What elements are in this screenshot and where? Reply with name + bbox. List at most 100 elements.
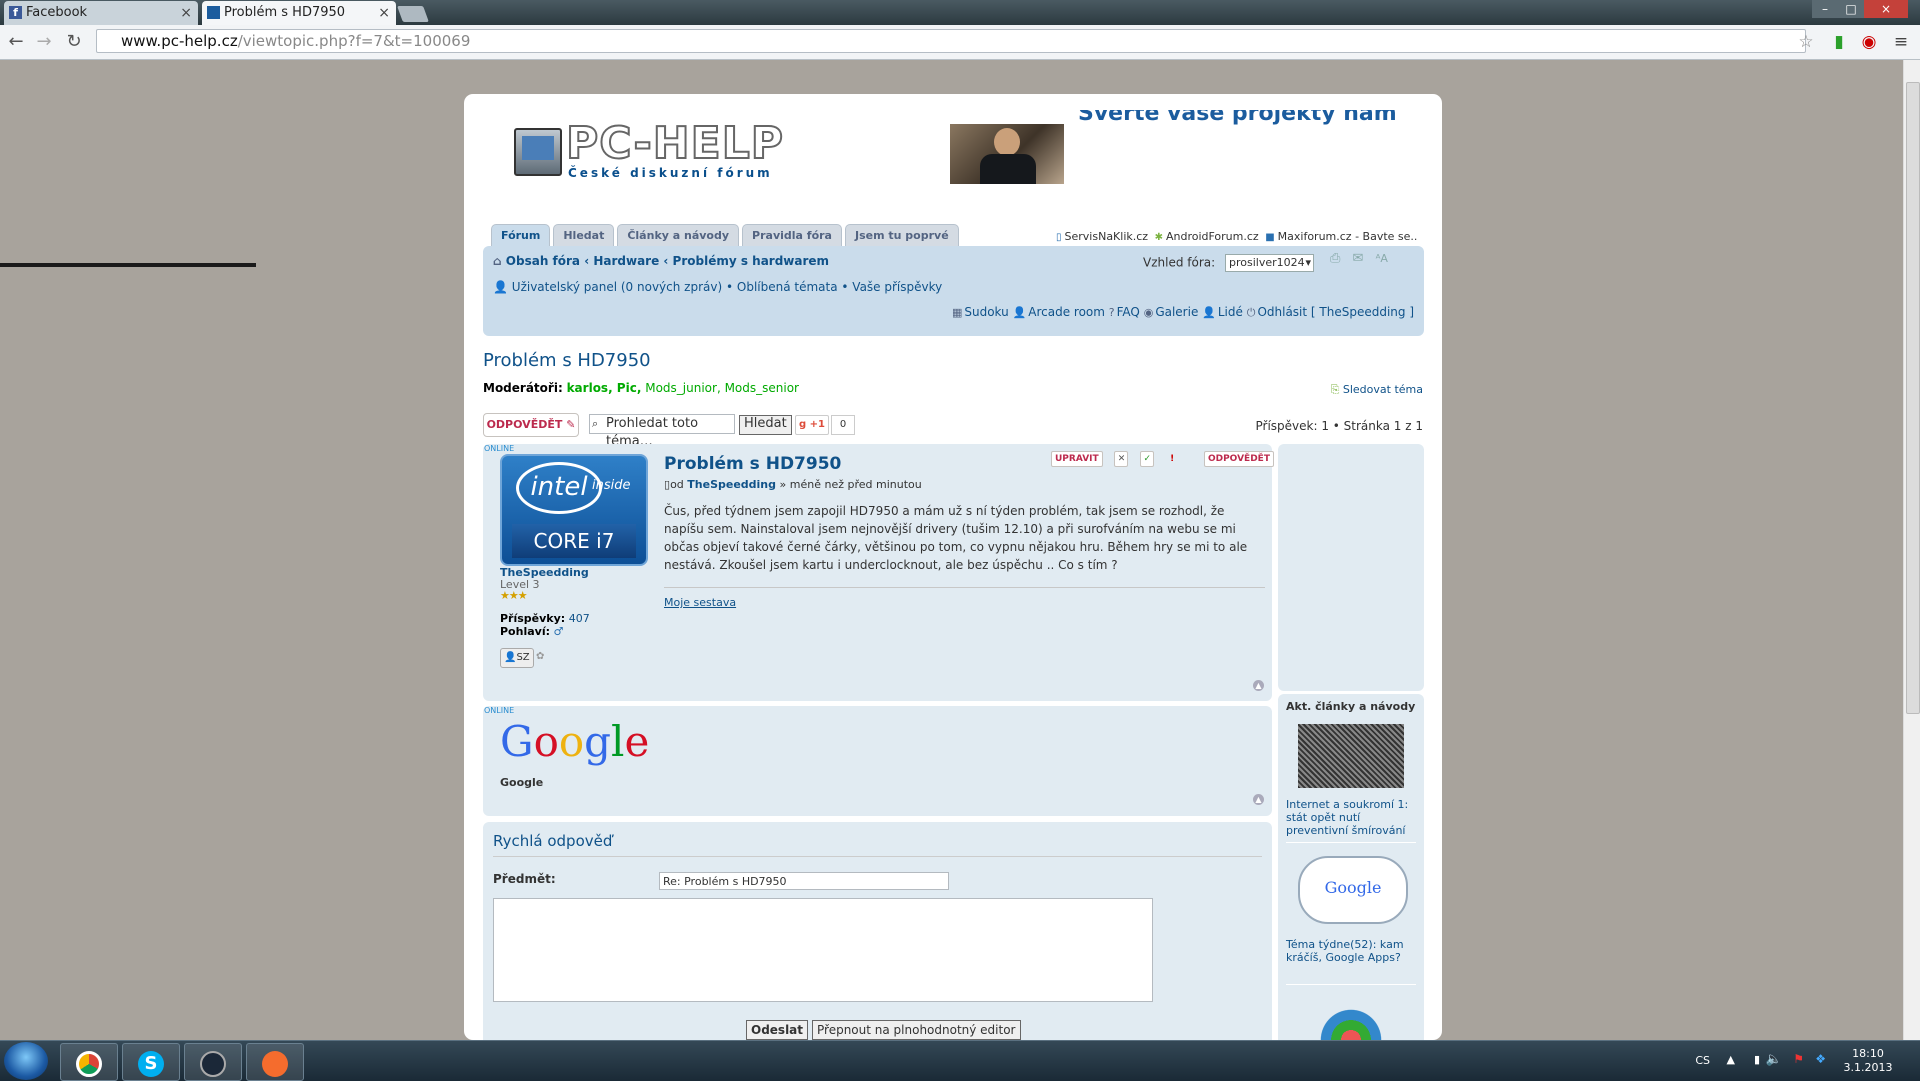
reply-button[interactable]: ODPOVĚDĚT ✎ [483,413,579,437]
article-link[interactable]: Téma týdne(52): kam kráčíš, Google Apps? [1286,938,1416,964]
bookmark-star-icon[interactable]: ☆ [1795,31,1817,53]
link-faq[interactable]: FAQ [1117,305,1140,319]
crumb-index[interactable]: Obsah fóra [506,254,580,268]
tab-forum[interactable]: Fórum [491,224,551,247]
tab-articles[interactable]: Články a návody [617,224,740,247]
tab-search[interactable]: Hledat [553,224,615,247]
dropbox-icon[interactable]: ❖ [1815,1052,1826,1066]
posts-count[interactable]: 407 [569,612,590,625]
tab-first-time[interactable]: Jsem tu poprvé [845,224,959,247]
windows-start-button[interactable] [4,1042,48,1080]
meta-author[interactable]: TheSpeedding [687,478,776,491]
close-tab-icon[interactable]: × [180,1,192,25]
google-plus-button[interactable]: g +1 [795,415,829,435]
signal-extension-icon[interactable]: ▮ [1828,31,1850,53]
article-link[interactable]: Internet a soukromí 1: stát opět nutí pr… [1286,798,1416,837]
search-topic-input[interactable]: ⌕ Prohledat toto téma… [589,414,735,449]
quote-reply-button[interactable]: ODPOVĚDĚT [1203,451,1274,467]
article-image[interactable] [1298,724,1404,788]
font-size-icon[interactable]: ᴬA [1376,252,1388,265]
tray-expand-icon[interactable]: ▲ [1727,1053,1735,1066]
menu-icon[interactable]: ≡ [1890,31,1912,53]
site-logo[interactable]: PC-HELP České diskuzní fórum [514,117,814,190]
icq-icon[interactable]: ✿ [533,648,547,666]
approve-icon[interactable]: ✓ [1140,451,1155,467]
link-arcade[interactable]: Arcade room [1028,305,1105,319]
page-title[interactable]: Problém s HD7950 [483,350,651,371]
language-indicator[interactable]: CS [1695,1054,1710,1067]
facebook-icon: f [9,6,22,19]
favorites-link[interactable]: Oblíbená témata [737,280,838,294]
sudoku-icon: ▦ [951,306,963,319]
forum-page: PC-HELP České diskuzní fórum Svěřte vaše… [464,94,1442,1040]
crumb-hw-problems[interactable]: Problémy s hardwarem [673,254,830,268]
post-title[interactable]: Problém s HD7950 [664,454,841,474]
full-editor-button[interactable]: Přepnout na plnohodnotný editor [812,1020,1021,1040]
moderators-main[interactable]: karlos, Pic, [567,381,642,395]
link-sudoku[interactable]: Sudoku [964,305,1008,319]
report-icon[interactable]: ! [1166,452,1178,466]
subject-field[interactable]: Re: Problém s HD7950 [659,872,949,890]
print-icon[interactable]: ⎙ [1330,251,1340,266]
tab-rules[interactable]: Pravidla fóra [742,224,842,247]
style-dropdown[interactable]: prosilver1024 ▾ [1225,254,1314,272]
back-to-top-icon[interactable]: ▲ [1253,680,1264,691]
link-logout[interactable]: Odhlásit [ TheSpeedding ] [1257,305,1414,319]
close-tab-icon[interactable]: × [378,1,390,25]
tab-topic[interactable]: Problém s HD7950 × [202,1,396,25]
crumb-hardware[interactable]: Hardware [593,254,659,268]
link-maxiforum[interactable]: Maxiforum.cz - Bavte se.. [1278,230,1418,243]
link-people[interactable]: Lidé [1218,305,1243,319]
your-posts-link[interactable]: Vaše příspěvky [852,280,942,294]
scrollbar-thumb[interactable] [1906,82,1920,714]
address-bar[interactable]: www.pc-help.cz/viewtopic.php?f=7&t=10006… [96,29,1806,53]
link-gallery[interactable]: Galerie [1155,305,1198,319]
scrollbar[interactable] [1903,60,1920,1040]
edit-button[interactable]: UPRAVIT [1051,451,1103,467]
user-icon: 👤 [493,280,508,294]
user-panel-link[interactable]: Uživatelský panel (0 nových zpráv) [512,280,722,294]
follow-topic[interactable]: ⎘ Sledovat téma [1331,383,1423,397]
network-icon[interactable]: ▮ [1754,1053,1760,1066]
close-window-button[interactable]: × [1864,0,1908,18]
delete-icon[interactable]: ✕ [1114,451,1129,467]
avatar[interactable]: intel inside CORE i7 [500,454,648,566]
link-servisnaklik[interactable]: ServisNaKlik.cz [1065,230,1149,243]
google-apps-image[interactable]: Google [1298,856,1408,924]
volume-icon[interactable]: 🔈 [1766,1052,1782,1067]
message-textarea[interactable] [493,898,1153,1002]
back-arrow-icon[interactable]: ← [4,30,28,54]
banner-image[interactable] [950,124,1064,184]
globe-image[interactable] [1298,1000,1404,1040]
clock[interactable]: 18:10 3.1.2013 [1838,1047,1898,1075]
tab-facebook[interactable]: f Facebook × [4,1,198,25]
author-gender: Pohlaví: ♂ [500,625,563,638]
intel-logo: intel [516,462,602,514]
link-androidforum[interactable]: AndroidForum.cz [1166,230,1259,243]
steam-icon[interactable] [184,1043,242,1081]
chrome-icon[interactable] [60,1043,118,1081]
forward-arrow-icon[interactable]: → [32,30,56,54]
email-icon[interactable]: ✉ [1353,251,1364,266]
maximize-button[interactable]: □ [1838,0,1864,18]
new-tab-button[interactable] [397,6,429,22]
nav-tools: ⎙ ✉ ᴬA [1330,251,1388,266]
reload-icon[interactable]: ↻ [62,30,86,54]
skype-icon[interactable]: S [122,1043,180,1081]
search-button[interactable]: Hledat [739,415,792,435]
signature-link[interactable]: Moje sestava [664,596,736,609]
pm-button[interactable]: 👤SZ [500,648,534,668]
origin-icon[interactable] [246,1043,304,1081]
send-button[interactable]: Odeslat [746,1020,809,1040]
moderators-groups[interactable]: Mods_junior, Mods_senior [645,381,799,395]
desktop-divider [0,263,256,267]
arcade-icon: 👤 [1012,306,1027,319]
maxiforum-icon: ■ [1265,232,1275,243]
minimize-button[interactable]: – [1812,0,1838,18]
back-to-top-icon[interactable]: ▲ [1253,794,1264,805]
post-author[interactable]: Google [500,776,543,789]
banner-text[interactable]: Svěřte vaše projekty nám [1078,110,1438,128]
record-extension-icon[interactable]: ◉ [1858,31,1880,53]
action-center-icon[interactable]: ⚑ [1793,1052,1804,1066]
google-avatar[interactable]: Google [500,712,649,772]
